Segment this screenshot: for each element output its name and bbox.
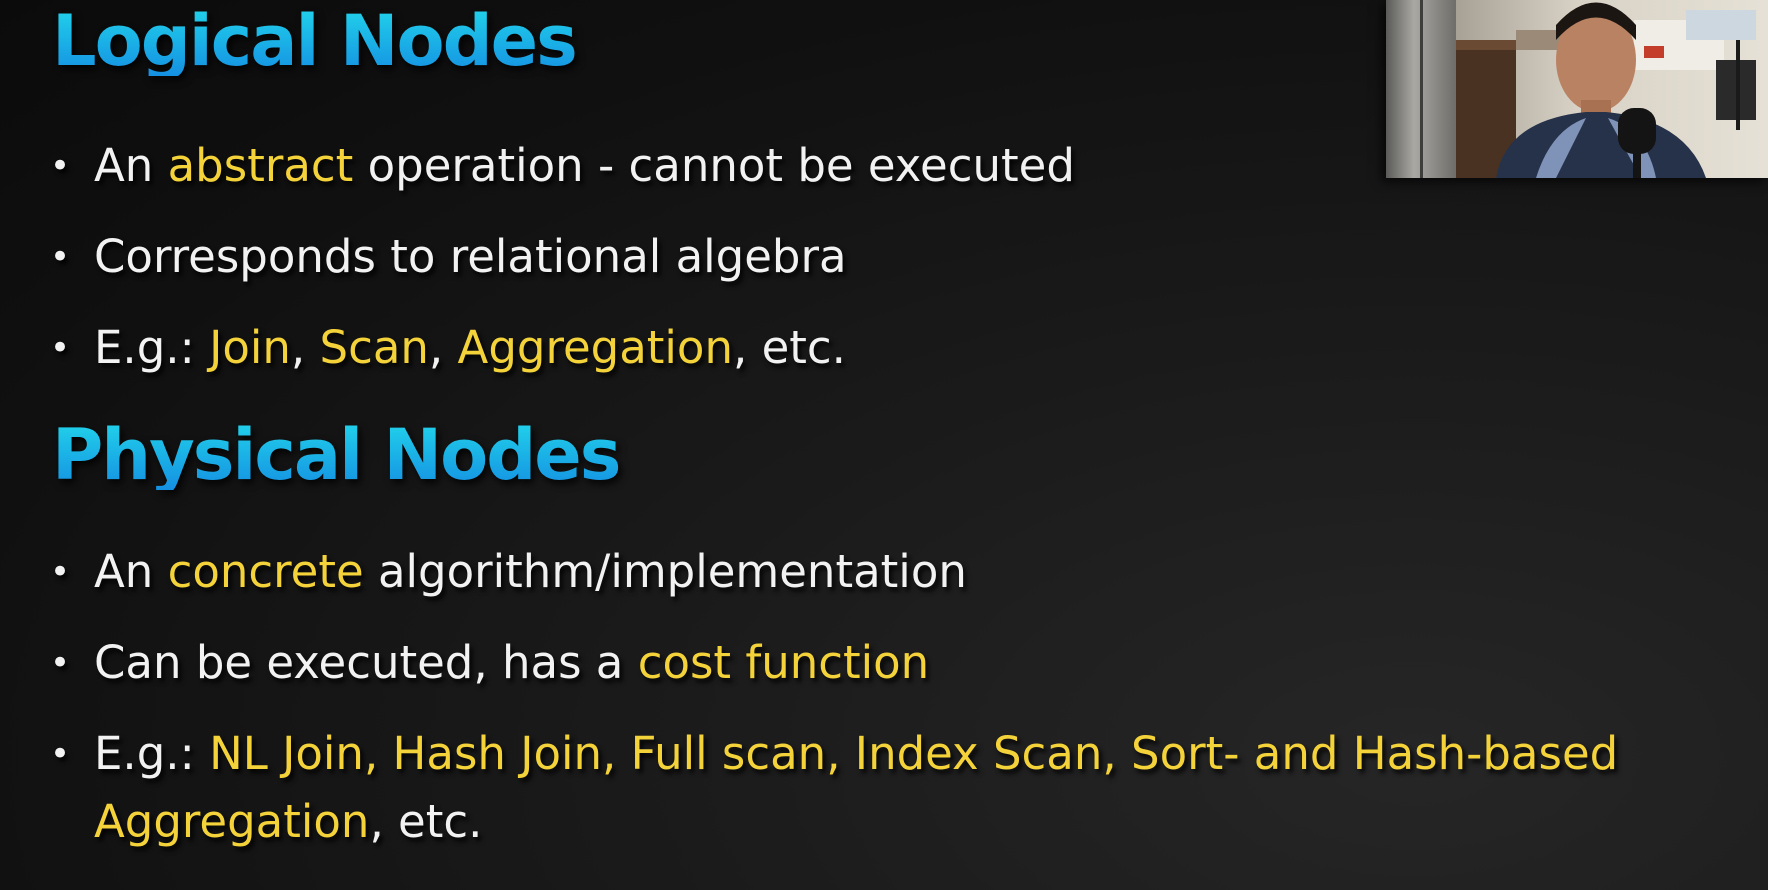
bullet-dot: • <box>50 328 71 368</box>
bullet-dot: • <box>50 734 71 774</box>
bullet-text: , <box>290 321 320 374</box>
bullet-dot: • <box>50 146 71 186</box>
physical-nodes-list: • An concrete algorithm/implementation • C… <box>50 538 1734 879</box>
slide: Logical Nodes • An abstract operation - c… <box>0 0 1768 890</box>
bullet-text: E.g.: <box>94 321 210 374</box>
logical-bullet-abstract: • An abstract operation - cannot be execu… <box>50 132 1075 200</box>
presenter-video-icon <box>1386 0 1768 178</box>
physical-nodes-title: Physical Nodes <box>52 414 621 496</box>
bullet-dot: • <box>50 552 71 592</box>
highlight-join: Join <box>209 321 291 374</box>
logical-nodes-title: Logical Nodes <box>52 0 578 82</box>
bullet-dot: • <box>50 237 71 277</box>
bullet-dot: • <box>50 643 71 683</box>
physical-bullet-concrete: • An concrete algorithm/implementation <box>50 538 1734 606</box>
highlight-scan: Scan <box>319 321 429 374</box>
bullet-text: , etc. <box>369 795 483 848</box>
bullet-text: , <box>428 321 458 374</box>
highlight-cost-function: cost function <box>637 636 930 689</box>
presenter-webcam <box>1386 0 1768 178</box>
highlight-abstract: abstract <box>167 139 354 192</box>
bullet-text: , etc. <box>732 321 846 374</box>
highlight-aggregation: Aggregation <box>457 321 733 374</box>
highlight-physical-operators: NL Join, Hash Join, Full scan, Index Sca… <box>94 727 1619 848</box>
bullet-text: An <box>94 139 168 192</box>
bullet-text: Can be executed, has a <box>94 636 638 689</box>
physical-bullet-cost-function: • Can be executed, has a cost function <box>50 629 1734 697</box>
bullet-text: operation - cannot be executed <box>353 139 1075 192</box>
bullet-text: Corresponds to relational algebra <box>94 230 847 283</box>
bullet-text: E.g.: <box>94 727 210 780</box>
logical-bullet-examples: • E.g.: Join, Scan, Aggregation, etc. <box>50 314 1075 382</box>
logical-nodes-list: • An abstract operation - cannot be execu… <box>50 132 1075 405</box>
bullet-text: algorithm/implementation <box>363 545 967 598</box>
highlight-concrete: concrete <box>167 545 364 598</box>
physical-bullet-examples: • E.g.: NL Join, Hash Join, Full scan, In… <box>50 720 1734 856</box>
logical-bullet-relational-algebra: • Corresponds to relational algebra <box>50 223 1075 291</box>
bullet-text: An <box>94 545 168 598</box>
